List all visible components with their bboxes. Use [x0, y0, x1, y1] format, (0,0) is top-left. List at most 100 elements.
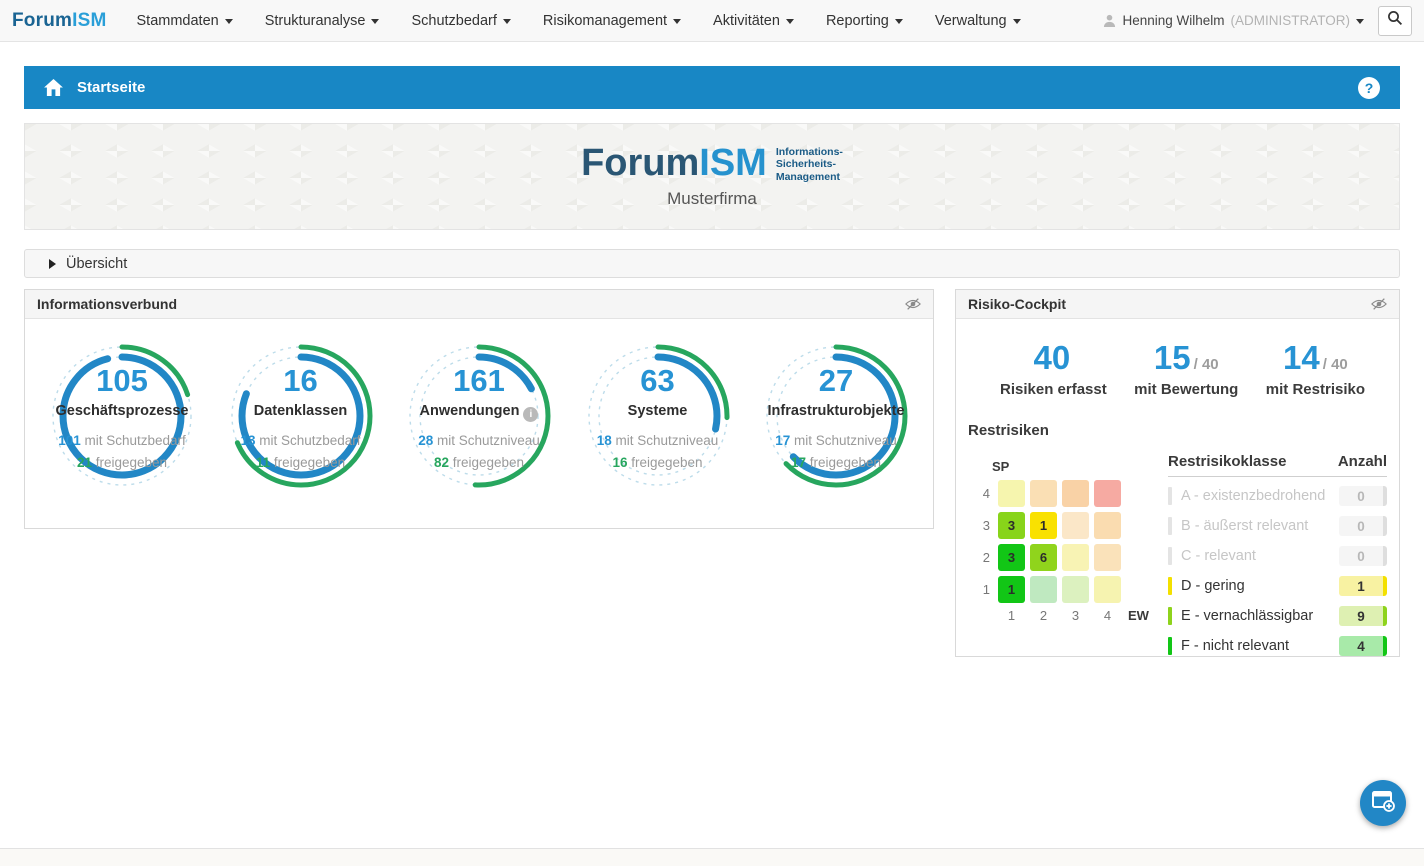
matrix-col-label: 4: [1094, 608, 1121, 623]
help-button[interactable]: ?: [1358, 77, 1380, 99]
class-label: E - vernachlässigbar: [1181, 608, 1313, 624]
matrix-cell-sp3-ew1: 3: [998, 512, 1025, 539]
matrix-cell-sp1-ew1: 1: [998, 576, 1025, 603]
stat-line2: 17 freigegeben: [747, 455, 925, 470]
add-widget-button[interactable]: [1360, 780, 1406, 826]
class-color-bar: [1168, 637, 1172, 655]
eye-slash-icon[interactable]: [1371, 297, 1387, 311]
class-row-e: E - vernachlässigbar 9: [1168, 601, 1387, 631]
overview-label: Übersicht: [66, 256, 127, 272]
matrix-cell-sp2-ew1: 3: [998, 544, 1025, 571]
eye-slash-icon[interactable]: [905, 297, 921, 311]
nav-item-schutzbedarf[interactable]: Schutzbedarf: [411, 13, 510, 29]
user-menu[interactable]: Henning Wilhelm (ADMINISTRATOR): [1103, 13, 1364, 28]
classes-table-header: Restrisikoklasse Anzahl: [1168, 453, 1387, 477]
stat-label: Anwendungeni: [390, 403, 568, 422]
restrisikoklasse-table: Restrisikoklasse Anzahl A - existenzbedr…: [1168, 447, 1387, 661]
matrix-grid: 433123611: [968, 480, 1168, 603]
class-count-badge: 0: [1339, 486, 1387, 506]
stat-line2: 11 freigegeben: [212, 455, 390, 470]
stat-donut-datenklassen: 16Datenklassen13 mit Schutzbedarf11 frei…: [212, 333, 390, 515]
nav-item-verwaltung[interactable]: Verwaltung: [935, 13, 1021, 29]
class-count-badge: 9: [1339, 606, 1387, 626]
matrix-y-axis-label: SP: [992, 459, 1168, 474]
nav-item-reporting[interactable]: Reporting: [826, 13, 903, 29]
risk-stat-mit-restrisiko: 14/ 40mit Restrisiko: [1266, 341, 1365, 398]
stat-donut-geschäftsprozesse: 105Geschäftsprozesse101 mit Schutzbedarf…: [33, 333, 211, 515]
matrix-row-label: 3: [968, 518, 990, 533]
class-row-a: A - existenzbedrohend0: [1168, 481, 1387, 511]
matrix-row-sp-3: 331: [968, 512, 1168, 539]
class-label: C - relevant: [1181, 548, 1256, 564]
stat-line2: 82 freigegeben: [390, 455, 568, 470]
risk-stat-value: 14: [1283, 339, 1320, 376]
nav-item-label: Schutzbedarf: [411, 13, 496, 29]
stat-label: Geschäftsprozesse: [33, 403, 211, 419]
classes-header-count: Anzahl: [1338, 453, 1387, 470]
matrix-cell-sp4-ew4: [1094, 480, 1121, 507]
company-name: Musterfirma: [667, 189, 757, 209]
matrix-row-label: 4: [968, 486, 990, 501]
app-logo[interactable]: ForumISM: [12, 10, 107, 32]
nav-item-aktivitaeten[interactable]: Aktivitäten: [713, 13, 794, 29]
chevron-down-icon: [786, 19, 794, 24]
restrisiken-title: Restrisiken: [956, 416, 1399, 439]
class-count-badge: 1: [1339, 576, 1387, 596]
stat-line1: 17 mit Schutzniveau: [747, 433, 925, 448]
nav-item-label: Strukturanalyse: [265, 13, 366, 29]
hero-brand: ForumISM: [581, 144, 767, 182]
user-name: Henning Wilhelm: [1122, 13, 1224, 28]
risk-matrix: SP 433123611 1234EW: [968, 447, 1168, 661]
class-color-bar: [1168, 517, 1172, 535]
matrix-cell-sp3-ew4: [1094, 512, 1121, 539]
stat-label: Datenklassen: [212, 403, 390, 419]
informationsverbund-panel: Informationsverbund 105Geschäftsprozesse…: [24, 289, 934, 529]
matrix-col-label: 2: [1030, 608, 1057, 623]
page-title: Startseite: [77, 79, 145, 96]
matrix-cell-sp4-ew1: [998, 480, 1025, 507]
info-stats-row: 105Geschäftsprozesse101 mit Schutzbedarf…: [25, 319, 933, 515]
home-icon[interactable]: [44, 79, 63, 96]
chevron-down-icon: [895, 19, 903, 24]
stat-line1: 13 mit Schutzbedarf: [212, 433, 390, 448]
chevron-down-icon: [673, 19, 681, 24]
class-color-bar: [1168, 487, 1172, 505]
class-row-b: B - äußerst relevant0: [1168, 511, 1387, 541]
hero-tagline: Informations- Sicherheits- Management: [776, 146, 843, 184]
classes-rows: A - existenzbedrohend0B - äußerst releva…: [1168, 481, 1387, 661]
stat-donut-anwendungen: 161Anwendungeni28 mit Schutzniveau82 fre…: [390, 333, 568, 515]
chevron-down-icon: [225, 19, 233, 24]
top-navbar: ForumISM Stammdaten Strukturanalyse Schutz…: [0, 0, 1424, 42]
risiko-cockpit-header: Risiko-Cockpit: [956, 290, 1399, 319]
stat-line1: 18 mit Schutzniveau: [569, 433, 747, 448]
classes-header-label: Restrisikoklasse: [1168, 453, 1286, 470]
chevron-down-icon: [503, 19, 511, 24]
user-role: (ADMINISTRATOR): [1231, 13, 1351, 28]
nav-item-label: Verwaltung: [935, 13, 1007, 29]
class-label: D - gering: [1181, 578, 1245, 594]
class-label: F - nicht relevant: [1181, 638, 1289, 654]
matrix-row-sp-1: 11: [968, 576, 1168, 603]
info-icon[interactable]: i: [523, 407, 538, 422]
stat-line1: 101 mit Schutzbedarf: [33, 433, 211, 448]
matrix-row-label: 2: [968, 550, 990, 565]
nav-item-label: Aktivitäten: [713, 13, 780, 29]
nav-item-strukturanalyse[interactable]: Strukturanalyse: [265, 13, 380, 29]
risk-stat-label: mit Restrisiko: [1266, 381, 1365, 398]
nav-item-risikomanagement[interactable]: Risikomanagement: [543, 13, 681, 29]
matrix-cell-sp3-ew3: [1062, 512, 1089, 539]
person-icon: [1103, 14, 1116, 27]
class-row-d: D - gering 1: [1168, 571, 1387, 601]
matrix-row-label: 1: [968, 582, 990, 597]
risk-stat-mit-bewertung: 15/ 40mit Bewertung: [1134, 341, 1238, 398]
footer-strip: [0, 848, 1424, 866]
matrix-cell-sp2-ew3: [1062, 544, 1089, 571]
overview-toggle[interactable]: Übersicht: [24, 249, 1400, 278]
nav-item-label: Risikomanagement: [543, 13, 667, 29]
matrix-cell-sp3-ew2: 1: [1030, 512, 1057, 539]
stat-value: 161: [390, 363, 568, 399]
matrix-cell-sp4-ew2: [1030, 480, 1057, 507]
nav-item-stammdaten[interactable]: Stammdaten: [137, 13, 233, 29]
matrix-x-axis: 1234EW: [968, 608, 1168, 623]
search-button[interactable]: [1378, 6, 1412, 36]
